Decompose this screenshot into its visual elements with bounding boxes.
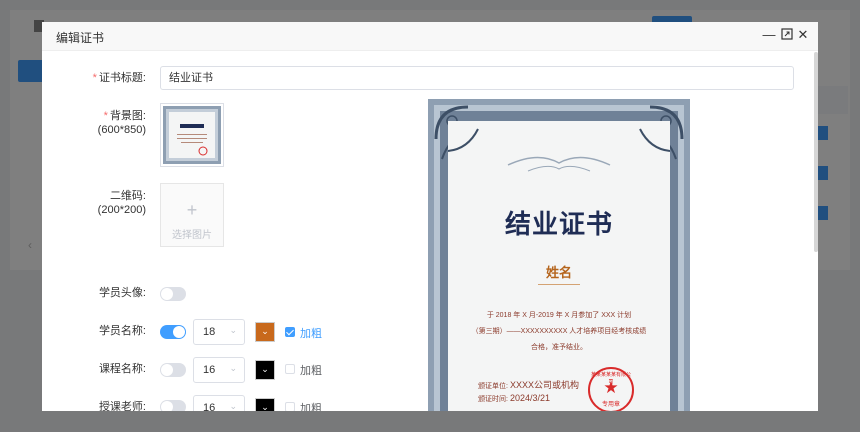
preview-issuer: 颁证单位: XXXX公司或机构 <box>478 378 579 391</box>
chevron-down-icon: ⌄ <box>229 401 237 411</box>
student-name-bold-label[interactable]: 加粗 <box>300 325 322 341</box>
qrcode-label: 二维码: (200*200) <box>97 190 146 216</box>
preview-date: 颁证时间: 2024/3/21 <box>478 393 550 404</box>
dialog-body: * 证书标题: 结业证书 * 背景图: (600*850) 二维码: (200*200)… <box>42 51 818 411</box>
preview-name-underline <box>538 284 580 285</box>
teacher-label: 授课老师: <box>98 401 146 411</box>
course-name-label: 课程名称: <box>98 363 146 375</box>
edit-certificate-dialog: 编辑证书 — ✕ * 证书标题: 结业证书 * 背景图: (600*850) 二维码 <box>42 22 818 411</box>
student-name-switch[interactable] <box>160 325 186 339</box>
minimize-icon[interactable]: — <box>762 28 776 42</box>
teacher-bold-label[interactable]: 加粗 <box>300 400 322 411</box>
preview-top-flourish <box>448 128 670 172</box>
background-thumbnail-image <box>163 106 221 164</box>
certificate-preview: 结业证书 姓名 于 2018 年 X 月-2019 年 X 月参加了 XXX 计… <box>428 99 690 411</box>
teacher-size-select[interactable]: 16 ⌄ <box>193 395 245 411</box>
preview-name: 姓名 <box>545 265 572 280</box>
student-name-label: 学员名称: <box>98 325 146 337</box>
background-label: * 背景图: (600*850) <box>97 110 146 136</box>
teacher-switch[interactable] <box>160 400 186 411</box>
dialog-header: 编辑证书 — ✕ <box>42 22 818 51</box>
course-name-switch[interactable] <box>160 363 186 377</box>
chevron-down-icon: ⌄ <box>261 326 269 336</box>
course-name-bold-checkbox[interactable] <box>285 364 295 374</box>
seal-star-icon: ★ <box>603 378 619 397</box>
student-name-size-select[interactable]: 18 ⌄ <box>193 319 245 345</box>
size-value: 16 <box>203 364 216 376</box>
background-thumbnail[interactable] <box>160 103 224 167</box>
preview-line-3: 合格，准予结业。 <box>531 344 587 351</box>
size-value: 18 <box>203 326 216 338</box>
upload-text: 选择图片 <box>172 230 212 241</box>
student-name-bold-checkbox[interactable] <box>285 327 295 337</box>
issuer-label: 颁证单位: <box>478 383 508 390</box>
preview-title: 结业证书 <box>504 210 613 240</box>
chevron-down-icon: ⌄ <box>229 363 237 373</box>
chevron-down-icon: ⌄ <box>261 364 269 374</box>
preview-line-1: 于 2018 年 X 月-2019 年 X 月参加了 XXX 计划 <box>486 312 632 319</box>
size-value: 16 <box>203 402 216 411</box>
switch-knob <box>161 288 173 300</box>
date-value: 2024/3/21 <box>509 393 550 403</box>
close-icon[interactable]: ✕ <box>796 28 810 42</box>
issuer-value: XXXX公司或机构 <box>509 380 579 390</box>
switch-knob <box>161 401 173 411</box>
plus-icon: + <box>186 200 198 220</box>
date-label: 颁证时间: <box>478 396 508 403</box>
student-name-color-picker[interactable]: ⌄ <box>255 322 275 342</box>
teacher-bold-checkbox[interactable] <box>285 402 295 411</box>
preview-line-2: （第三期）——XXXXXXXXXX 人才培养项目经考核成绩 <box>471 328 647 335</box>
maximize-icon[interactable] <box>780 28 794 42</box>
chevron-down-icon: ⌄ <box>229 325 237 335</box>
avatar-switch[interactable] <box>160 287 186 301</box>
switch-knob <box>161 364 173 376</box>
chevron-down-icon: ⌄ <box>261 402 269 411</box>
dialog-scrollbar[interactable] <box>814 52 818 252</box>
avatar-label: 学员头像: <box>98 287 146 299</box>
preview-paper: 结业证书 姓名 于 2018 年 X 月-2019 年 X 月参加了 XXX 计… <box>448 121 670 411</box>
preview-seal: 某某某某某有限公司 ★ 专用章 <box>588 367 634 411</box>
dialog-title: 编辑证书 <box>56 31 105 45</box>
qrcode-upload[interactable]: + 选择图片 <box>160 183 224 247</box>
cert-title-label: * 证书标题: <box>92 72 146 84</box>
switch-knob <box>173 326 185 338</box>
course-name-bold-label[interactable]: 加粗 <box>300 362 322 378</box>
teacher-color-picker[interactable]: ⌄ <box>255 398 275 411</box>
course-name-size-select[interactable]: 16 ⌄ <box>193 357 245 383</box>
course-name-color-picker[interactable]: ⌄ <box>255 360 275 380</box>
seal-bottom-text: 专用章 <box>601 402 620 408</box>
cert-title-input[interactable]: 结业证书 <box>160 66 794 90</box>
